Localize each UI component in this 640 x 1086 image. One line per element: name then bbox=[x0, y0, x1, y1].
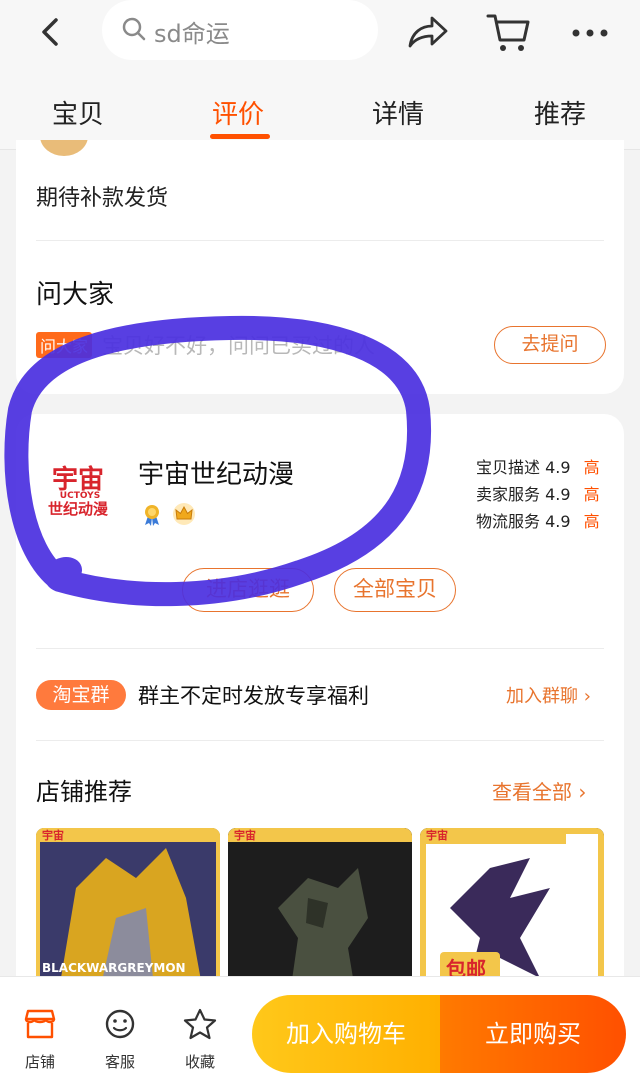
shop-icon[interactable] bbox=[20, 1007, 60, 1041]
purchase-actions: 加入购物车 立即购买 bbox=[252, 995, 626, 1073]
back-arrow-icon[interactable] bbox=[34, 14, 70, 50]
qa-title: 问大家 bbox=[36, 280, 115, 310]
divider bbox=[36, 648, 604, 649]
search-icon bbox=[122, 17, 146, 41]
tab-item[interactable]: 宝贝 bbox=[52, 94, 104, 131]
search-text: sd命运 bbox=[154, 20, 230, 48]
bottom-bar: 店铺 客服 收藏 加入购物车 立即购买 bbox=[0, 976, 640, 1086]
group-text: 群主不定时发放专享福利 bbox=[138, 684, 369, 708]
cart-icon[interactable] bbox=[486, 10, 532, 54]
shop-label: 店铺 bbox=[24, 1053, 55, 1071]
score-row-logistics: 物流服务 4.9 高 bbox=[476, 508, 600, 532]
more-icon[interactable] bbox=[570, 18, 610, 48]
shop-card: 宇宙 UCTOYS 世纪动漫 宇宙世纪动漫 宝贝描述 4.9 高 卖家服务 4.… bbox=[16, 414, 624, 1014]
reviewer-avatar bbox=[40, 140, 88, 156]
service-label: 客服 bbox=[104, 1053, 135, 1071]
active-tab-indicator bbox=[210, 134, 270, 139]
svg-text:宇宙: 宇宙 bbox=[426, 828, 448, 842]
all-items-button[interactable]: 全部宝贝 bbox=[334, 568, 456, 612]
divider bbox=[36, 740, 604, 741]
score-value: 4.9 bbox=[545, 512, 571, 531]
review-qa-card: 期待补款发货 问大家 问大家 宝贝好不好，问问已买过的人 去提问 bbox=[16, 140, 624, 394]
star-icon[interactable] bbox=[180, 1007, 220, 1041]
tab-reviews[interactable]: 评价 bbox=[212, 94, 264, 131]
score-row-service: 卖家服务 4.9 高 bbox=[476, 481, 600, 505]
review-text: 期待补款发货 bbox=[36, 186, 169, 211]
service-icon[interactable] bbox=[100, 1007, 140, 1041]
score-level: 高 bbox=[583, 458, 600, 477]
add-to-cart-button[interactable]: 加入购物车 bbox=[252, 995, 440, 1073]
score-row-description: 宝贝描述 4.9 高 bbox=[476, 454, 600, 478]
score-level: 高 bbox=[583, 512, 600, 531]
score-value: 4.9 bbox=[545, 485, 571, 504]
medal-icon bbox=[145, 505, 159, 526]
search-bar[interactable]: sd命运 bbox=[102, 0, 378, 60]
qa-hint[interactable]: 宝贝好不好，问问已买过的人 bbox=[102, 330, 375, 360]
tab-recommend[interactable]: 推荐 bbox=[534, 94, 586, 131]
group-tag: 淘宝群 bbox=[36, 680, 126, 710]
tab-details[interactable]: 详情 bbox=[372, 94, 424, 131]
divider bbox=[36, 240, 604, 241]
shop-name[interactable]: 宇宙世纪动漫 bbox=[138, 454, 294, 491]
visit-shop-button[interactable]: 进店逛逛 bbox=[182, 568, 314, 612]
buy-now-button[interactable]: 立即购买 bbox=[440, 995, 626, 1073]
crown-icon bbox=[173, 503, 195, 525]
score-value: 4.9 bbox=[545, 458, 571, 477]
svg-text:宇宙: 宇宙 bbox=[42, 828, 64, 842]
qa-tag: 问大家 bbox=[36, 332, 93, 358]
logo-text-bottom: 世纪动漫 bbox=[48, 500, 109, 518]
product-caption: BLACKWARGREYMON bbox=[42, 961, 186, 975]
top-bar: sd命运 宝贝 评价 详情 推荐 bbox=[0, 0, 640, 150]
view-all-link[interactable]: 查看全部 › bbox=[492, 776, 586, 805]
score-level: 高 bbox=[583, 485, 600, 504]
score-label: 卖家服务 bbox=[476, 485, 541, 504]
svg-text:宇宙: 宇宙 bbox=[234, 828, 256, 842]
join-group-link[interactable]: 加入群聊 › bbox=[506, 682, 591, 708]
ask-question-button[interactable]: 去提问 bbox=[494, 326, 606, 364]
score-label: 宝贝描述 bbox=[476, 458, 541, 477]
tab-bar: 宝贝 评价 详情 推荐 bbox=[0, 94, 640, 136]
recommend-title: 店铺推荐 bbox=[36, 778, 132, 806]
shop-logo[interactable]: 宇宙 UCTOYS 世纪动漫 bbox=[40, 460, 116, 522]
score-label: 物流服务 bbox=[476, 512, 541, 531]
share-icon[interactable] bbox=[406, 12, 450, 52]
favorite-label: 收藏 bbox=[184, 1053, 215, 1071]
